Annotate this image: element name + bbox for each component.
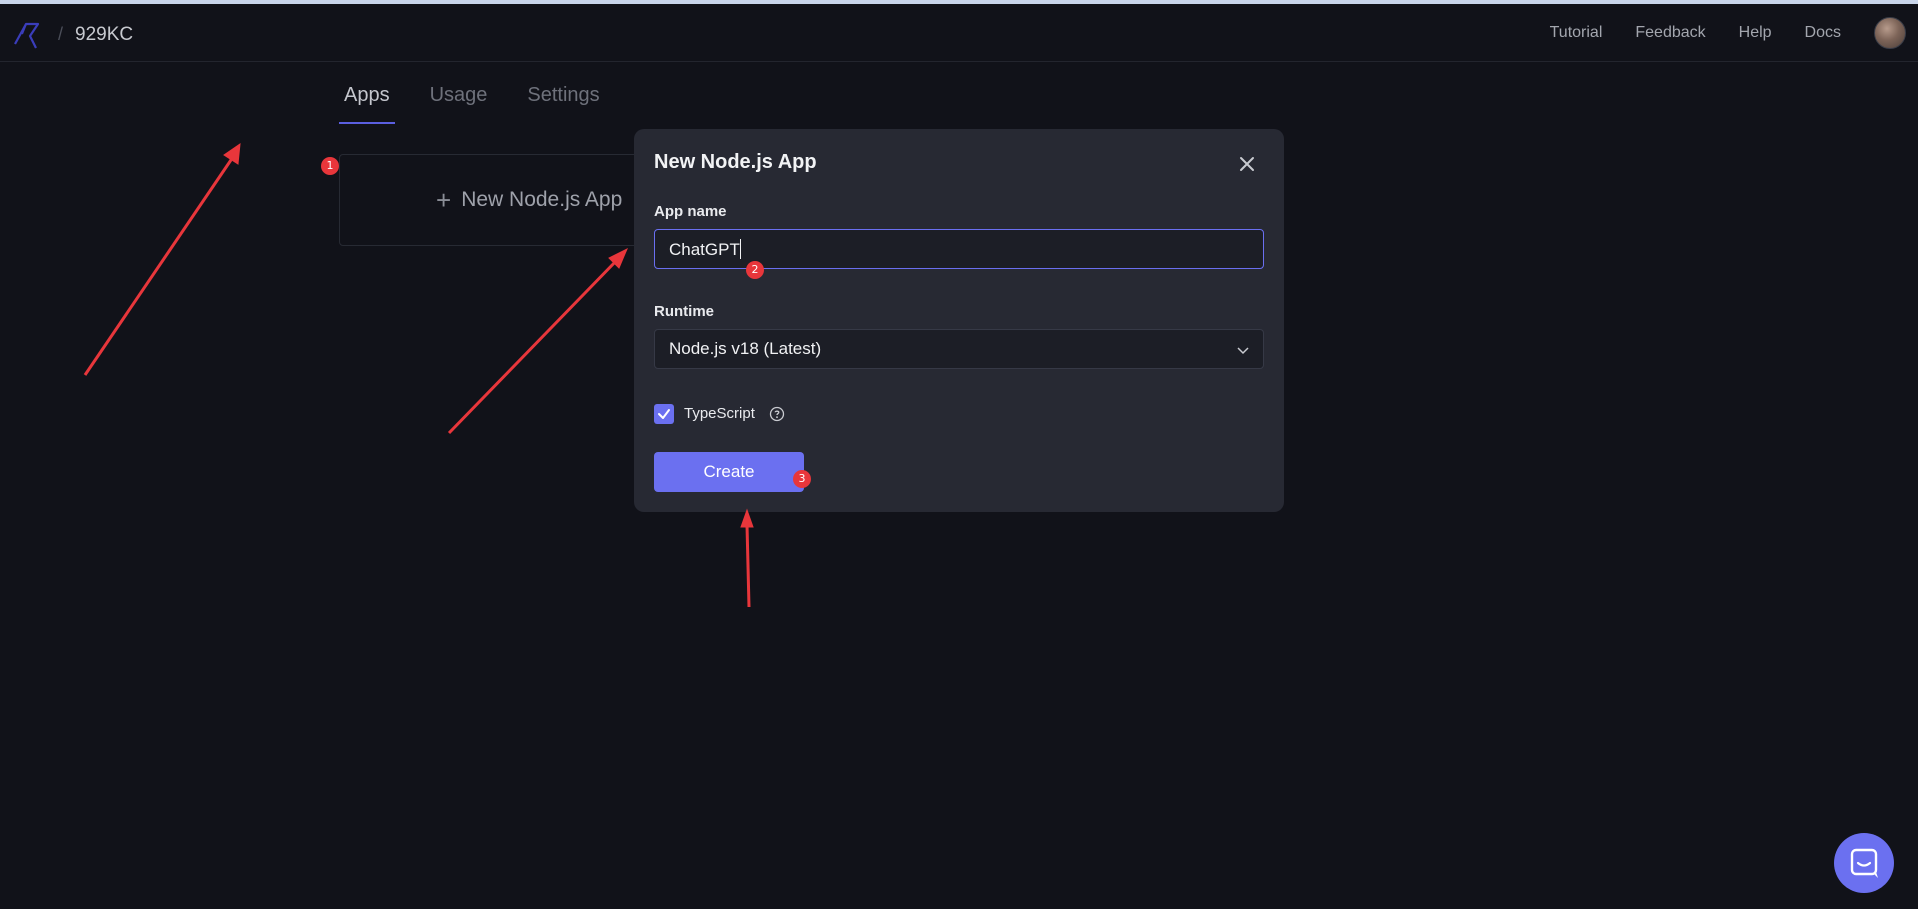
nav-feedback[interactable]: Feedback xyxy=(1635,24,1705,42)
create-button[interactable]: Create xyxy=(654,452,804,492)
page-tabs: Apps Usage Settings xyxy=(339,62,635,124)
close-icon[interactable] xyxy=(1234,151,1260,177)
app-name-label: App name xyxy=(654,203,727,220)
new-app-card[interactable]: + New Node.js App xyxy=(339,154,649,246)
top-bar: / 929KC Tutorial Feedback Help Docs xyxy=(0,4,1918,62)
header-nav: Tutorial Feedback Help Docs xyxy=(1550,4,1918,62)
new-app-card-label: New Node.js App xyxy=(461,188,623,211)
nav-docs[interactable]: Docs xyxy=(1805,24,1841,42)
chat-icon xyxy=(1850,848,1878,878)
workspace-name[interactable]: 929KC xyxy=(75,24,133,46)
chevron-down-icon xyxy=(1237,347,1249,355)
plus-icon: + xyxy=(436,185,452,215)
app-name-value: ChatGPT xyxy=(669,240,740,259)
help-circle-icon[interactable] xyxy=(769,406,785,422)
dialog-title: New Node.js App xyxy=(654,151,817,173)
nav-help[interactable]: Help xyxy=(1739,24,1772,42)
text-caret xyxy=(739,239,741,259)
typescript-checkbox[interactable] xyxy=(654,404,674,424)
tab-usage[interactable]: Usage xyxy=(425,62,493,124)
new-app-card-content: + New Node.js App xyxy=(436,187,622,213)
breadcrumb-separator: / xyxy=(58,24,64,44)
tab-settings[interactable]: Settings xyxy=(522,62,604,124)
tab-apps[interactable]: Apps xyxy=(339,62,395,124)
typescript-label[interactable]: TypeScript xyxy=(684,405,755,422)
app-name-input[interactable]: ChatGPT xyxy=(654,229,1264,269)
runtime-value: Node.js v18 (Latest) xyxy=(669,339,822,358)
new-app-dialog: New Node.js App App name ChatGPT Runtime… xyxy=(634,129,1284,512)
nav-tutorial[interactable]: Tutorial xyxy=(1550,24,1603,42)
annotation-badge-3: 3 xyxy=(793,470,811,488)
chat-support-button[interactable] xyxy=(1834,833,1894,893)
annotation-badge-2: 2 xyxy=(746,261,764,279)
logo-icon[interactable] xyxy=(12,18,46,52)
user-avatar[interactable] xyxy=(1874,17,1906,49)
runtime-select[interactable]: Node.js v18 (Latest) xyxy=(654,329,1264,369)
runtime-label: Runtime xyxy=(654,303,714,320)
annotation-badge-1: 1 xyxy=(321,157,339,175)
